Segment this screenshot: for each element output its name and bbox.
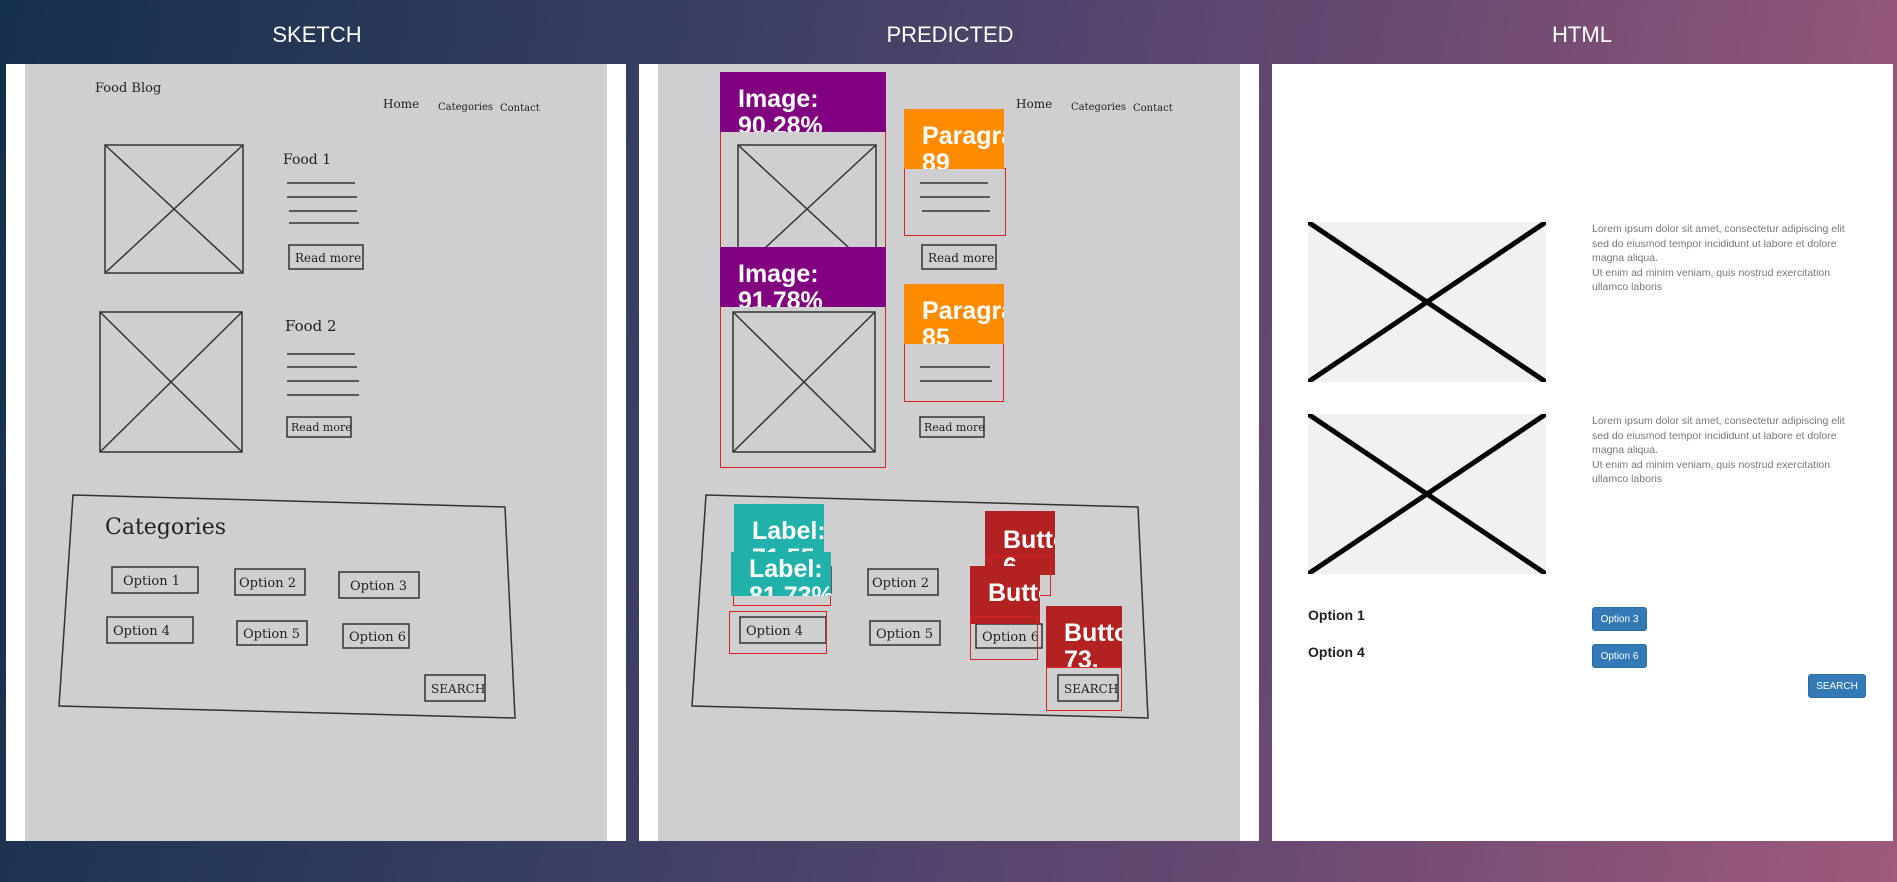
search-button[interactable]: SEARCH	[1808, 674, 1866, 698]
detection-label-button3: Button: 73.	[1046, 606, 1122, 668]
sketch-option2: Option 2	[239, 576, 296, 591]
sketch-food1-readmore: Read more	[295, 251, 361, 265]
sketch-option6: Option 6	[349, 630, 406, 645]
pred-readmore1: Read more	[928, 251, 994, 265]
pred-nav-categories: Categories	[1071, 102, 1126, 113]
sketch-option3: Option 3	[350, 579, 407, 594]
sketch-title: Food Blog	[95, 81, 161, 96]
detection-box-button3	[1046, 667, 1122, 711]
sketch-drawing: Food Blog Home Categories Contact Food 1…	[58, 81, 540, 719]
sketch-nav-categories: Categories	[438, 102, 493, 113]
paragraph-2-line-b: Ut enim ad minim veniam, quis nostrud ex…	[1592, 458, 1831, 486]
option-6-button[interactable]: Option 6	[1592, 644, 1647, 668]
option-1-label: Option 1	[1308, 607, 1365, 623]
x-placeholder-icon	[1306, 219, 1548, 385]
sketch-food2-readmore: Read more	[291, 421, 352, 434]
pred-nav-home: Home	[1016, 97, 1052, 111]
sketch-search: SEARCH	[431, 682, 485, 696]
detection-box-image2	[720, 306, 886, 468]
html-panel: Lorem ipsum dolor sit amet, consectetur …	[1272, 64, 1893, 841]
sketch-categories-title: Categories	[105, 515, 226, 540]
pred-option2: Option 2	[872, 576, 929, 591]
predicted-header: PREDICTED	[886, 22, 1014, 47]
pred-option5: Option 5	[876, 627, 933, 642]
detection-label-image1: Image: 90.28%	[720, 72, 886, 132]
detection-label-paragraph2: Paragraph: 85	[904, 284, 1004, 344]
sketch-food1-title: Food 1	[283, 152, 331, 168]
sketch-header: SKETCH	[272, 22, 362, 47]
sketch-option1: Option 1	[123, 574, 180, 589]
detection-label-paragraph1: Paragraph: 89	[904, 109, 1004, 169]
detection-box-option4	[729, 611, 827, 654]
pred-nav-contact: Contact	[1133, 103, 1173, 114]
option-4-label: Option 4	[1308, 644, 1365, 660]
paragraph-1-line-a: Lorem ipsum dolor sit amet, consectetur …	[1592, 223, 1845, 264]
detection-label-label2: Label: 81.73%	[731, 552, 831, 596]
image-placeholder-2	[1306, 411, 1548, 577]
predicted-panel: Home Categories Contact Option 2 Option …	[639, 64, 1259, 841]
detection-label-image2: Image: 91.78%	[720, 247, 886, 307]
predicted-photo: Home Categories Contact Option 2 Option …	[658, 64, 1240, 841]
sketch-panel: Food Blog Home Categories Contact Food 1…	[6, 64, 626, 841]
paragraph-2: Lorem ipsum dolor sit amet, consectetur …	[1592, 414, 1862, 487]
sketch-nav-contact: Contact	[500, 103, 540, 114]
sketch-option4: Option 4	[113, 624, 170, 639]
image-placeholder-1	[1306, 219, 1548, 385]
sketch-nav-home: Home	[383, 97, 419, 111]
pred-readmore2: Read more	[924, 421, 985, 434]
sketch-photo: Food Blog Home Categories Contact Food 1…	[25, 64, 607, 841]
x-placeholder-icon	[1306, 411, 1548, 577]
paragraph-2-line-a: Lorem ipsum dolor sit amet, consectetur …	[1592, 415, 1845, 456]
paragraph-1: Lorem ipsum dolor sit amet, consectetur …	[1592, 222, 1862, 295]
detection-box-paragraph2	[904, 342, 1004, 402]
option-3-button[interactable]: Option 3	[1592, 607, 1647, 631]
detection-box-paragraph1	[904, 168, 1006, 236]
sketch-option5: Option 5	[243, 627, 300, 642]
sketch-food2-title: Food 2	[285, 317, 337, 335]
paragraph-1-line-b: Ut enim ad minim veniam, quis nostrud ex…	[1592, 266, 1831, 294]
html-header: HTML	[1552, 22, 1612, 47]
detection-box-button2	[970, 616, 1038, 660]
